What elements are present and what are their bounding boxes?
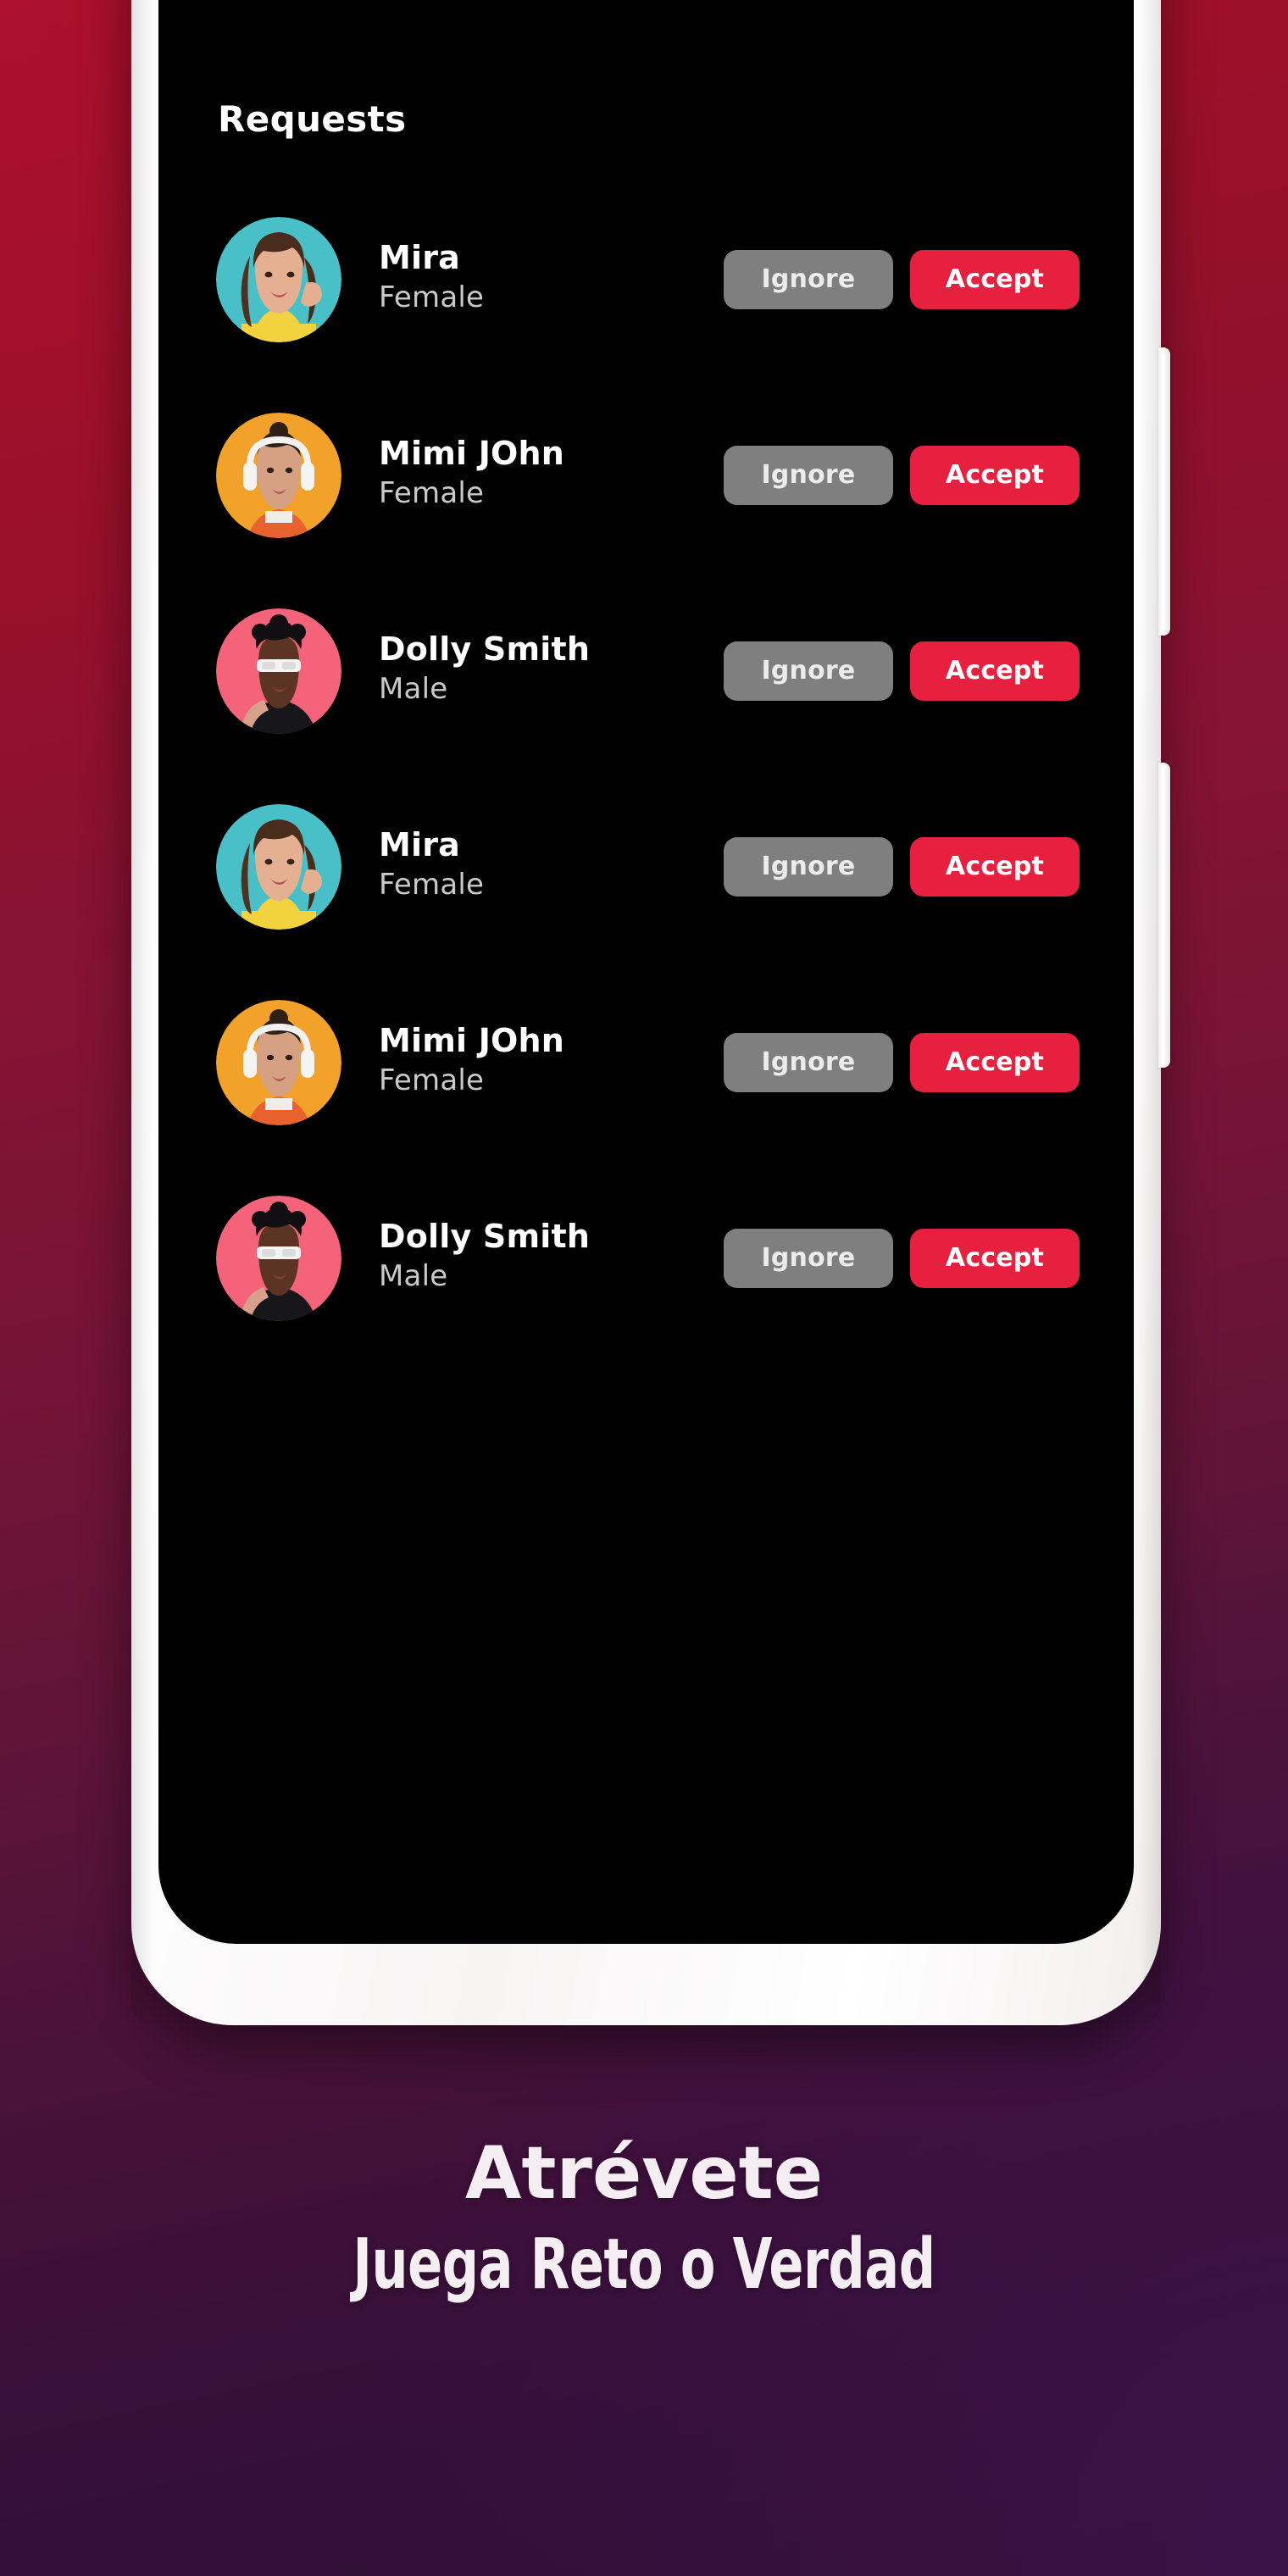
avatar [216, 999, 341, 1125]
request-info: Mira Female [379, 239, 724, 320]
request-name: Mira [379, 825, 461, 863]
request-name: Mira [379, 238, 461, 276]
request-actions: Ignore Accept [724, 249, 1080, 309]
avatar [216, 216, 341, 342]
request-row: Dolly Smith Male Ignore Accept [158, 1160, 1134, 1356]
request-gender: Female [379, 476, 485, 511]
phone-mockup: Requests Mira Female Ignore Accept Mimi … [131, 0, 1170, 2025]
promo-headline: Atrévete [464, 2131, 824, 2216]
accept-button[interactable]: Accept [910, 445, 1080, 505]
power-button[interactable] [1158, 763, 1170, 1068]
accept-button[interactable]: Accept [910, 1032, 1080, 1092]
request-actions: Ignore Accept [724, 1032, 1080, 1092]
request-info: Mimi JOhn Female [379, 435, 724, 516]
request-info: Dolly Smith Male [379, 630, 724, 712]
avatar [216, 803, 341, 930]
ignore-button[interactable]: Ignore [724, 249, 893, 309]
request-actions: Ignore Accept [724, 1228, 1080, 1288]
accept-button[interactable]: Accept [910, 641, 1080, 701]
accept-button[interactable]: Accept [910, 836, 1080, 897]
request-name: Dolly Smith [379, 1217, 591, 1255]
request-actions: Ignore Accept [724, 445, 1080, 505]
phone-screen: Requests Mira Female Ignore Accept Mimi … [158, 0, 1134, 1944]
request-gender: Female [379, 280, 485, 315]
request-row: Mira Female Ignore Accept [158, 769, 1134, 964]
request-gender: Female [379, 868, 485, 902]
avatar [216, 412, 341, 538]
ignore-button[interactable]: Ignore [724, 1032, 893, 1092]
request-name: Dolly Smith [379, 630, 591, 668]
ignore-button[interactable]: Ignore [724, 641, 893, 701]
avatar [216, 1195, 341, 1321]
request-row: Mimi JOhn Female Ignore Accept [158, 377, 1134, 573]
request-gender: Male [379, 1259, 448, 1294]
promo-screenshot-page: Requests Mira Female Ignore Accept Mimi … [0, 0, 1288, 2576]
request-info: Dolly Smith Male [379, 1218, 724, 1299]
request-info: Mira Female [379, 826, 724, 908]
ignore-button[interactable]: Ignore [724, 1228, 893, 1288]
avatar [216, 608, 341, 734]
request-row: Dolly Smith Male Ignore Accept [158, 573, 1134, 769]
ignore-button[interactable]: Ignore [724, 836, 893, 897]
request-gender: Female [379, 1063, 485, 1098]
request-name: Mimi JOhn [379, 1021, 565, 1059]
request-gender: Male [379, 672, 448, 707]
promo-subheadline: Juega Reto o Verdad [353, 2224, 935, 2306]
requests-app-screen: Requests Mira Female Ignore Accept Mimi … [158, 0, 1134, 1944]
request-actions: Ignore Accept [724, 836, 1080, 897]
request-info: Mimi JOhn Female [379, 1022, 724, 1103]
accept-button[interactable]: Accept [910, 1228, 1080, 1288]
request-actions: Ignore Accept [724, 641, 1080, 701]
request-row: Mira Female Ignore Accept [158, 181, 1134, 377]
promo-text-block: Atrévete Juega Reto o Verdad [0, 2135, 1288, 2301]
requests-list: Mira Female Ignore Accept Mimi JOhn Fema… [158, 181, 1134, 1356]
accept-button[interactable]: Accept [910, 249, 1080, 309]
ignore-button[interactable]: Ignore [724, 445, 893, 505]
page-title: Requests [218, 98, 407, 140]
request-name: Mimi JOhn [379, 434, 565, 472]
request-row: Mimi JOhn Female Ignore Accept [158, 964, 1134, 1160]
volume-button[interactable] [1158, 347, 1170, 636]
